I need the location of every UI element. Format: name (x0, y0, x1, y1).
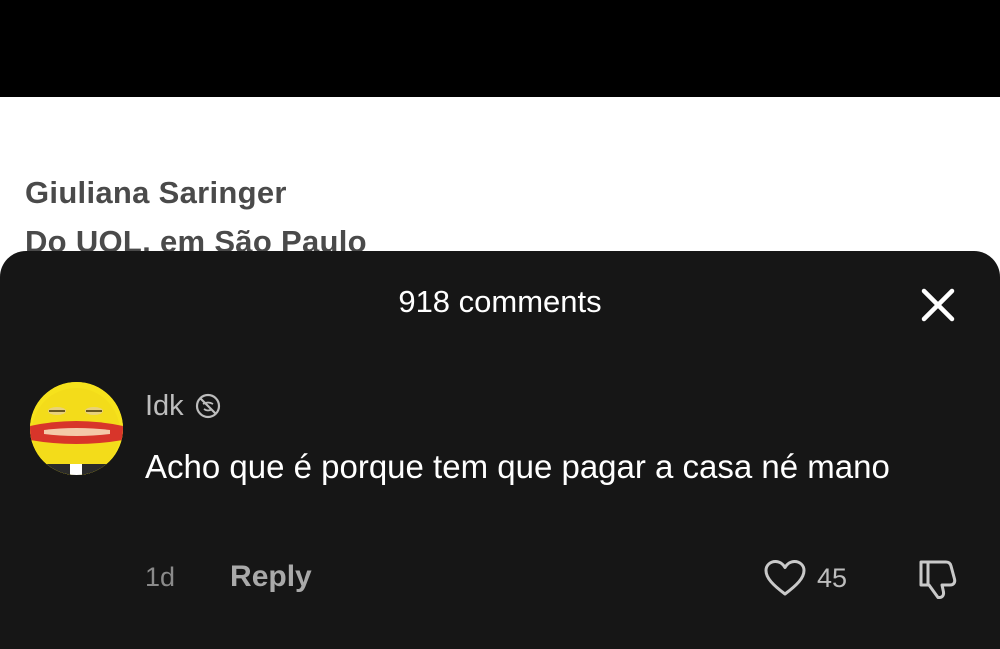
thumbs-down-icon[interactable] (915, 556, 961, 602)
avatar-image (30, 382, 123, 475)
screen: Giuliana Saringer Do UOL, em São Paulo 9… (0, 0, 1000, 649)
comments-sheet: 918 comments Idk Acho que é porque tem q… (0, 251, 1000, 649)
heart-icon[interactable] (763, 558, 807, 598)
close-button[interactable] (916, 283, 960, 327)
muted-icon (195, 393, 220, 419)
reply-button[interactable]: Reply (230, 560, 312, 594)
like-group: 45 (763, 556, 847, 600)
article-author: Giuliana Saringer (25, 175, 287, 210)
article-background: Giuliana Saringer Do UOL, em São Paulo (0, 97, 1000, 259)
comments-header: 918 comments (0, 251, 1000, 355)
comment-text: Acho que é porque tem que pagar a casa n… (145, 448, 890, 485)
comment-item: Idk Acho que é porque tem que pagar a ca… (0, 355, 1000, 615)
comment-username[interactable]: Idk (145, 390, 184, 423)
close-icon (921, 288, 955, 322)
like-count: 45 (817, 562, 848, 593)
comments-count-title: 918 comments (398, 284, 602, 319)
comment-meta: 1d Reply (145, 557, 312, 597)
avatar[interactable] (30, 382, 123, 475)
username-row: Idk (145, 386, 222, 426)
comment-time: 1d (145, 561, 176, 592)
top-bar (0, 0, 1000, 97)
